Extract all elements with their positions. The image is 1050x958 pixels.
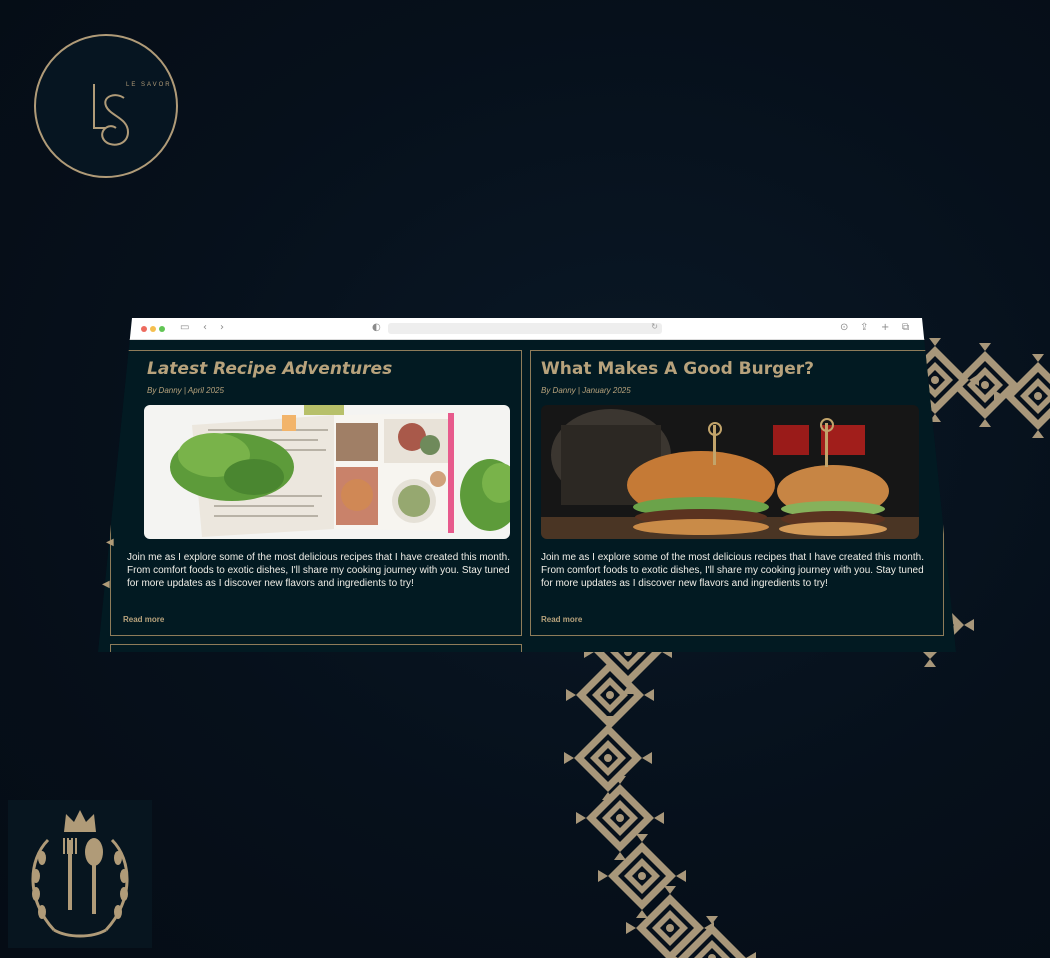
maximize-window-icon[interactable]: [159, 326, 165, 332]
address-bar[interactable]: ↻: [388, 322, 662, 334]
post-image-cookbook[interactable]: [144, 405, 510, 539]
forward-icon[interactable]: ›: [220, 322, 224, 334]
post-title[interactable]: Latest Recipe Adventures: [147, 359, 392, 379]
browser-toolbar: ▭ ‹ › ◐ ↻ ⊙ ⇪ + ⧉: [98, 318, 956, 340]
cutlery-crest-icon: [31, 810, 129, 938]
minimize-window-icon[interactable]: [150, 326, 156, 332]
blog-card: Latest Recipe Adventures By Danny | Apri…: [110, 350, 522, 636]
share-icon[interactable]: ⇪: [860, 322, 868, 334]
post-meta: By Danny | January 2025: [541, 386, 631, 395]
brand-logo: LE SAVOR: [34, 34, 178, 178]
download-icon[interactable]: ⊙: [840, 322, 848, 334]
browser-mockup: ▭ ‹ › ◐ ↻ ⊙ ⇪ + ⧉ Latest Recipe Adventur…: [98, 318, 956, 652]
browser-window: ▭ ‹ › ◐ ↻ ⊙ ⇪ + ⧉ Latest Recipe Adventur…: [98, 318, 956, 652]
post-excerpt: Join me as I explore some of the most de…: [127, 552, 510, 589]
back-icon[interactable]: ‹: [203, 322, 207, 334]
new-tab-icon[interactable]: +: [881, 322, 889, 334]
read-more-link[interactable]: Read more: [123, 615, 164, 624]
logo-wordmark: LE SAVOR: [126, 82, 172, 88]
sidebar-icon[interactable]: ▭: [180, 322, 189, 334]
post-image-burgers[interactable]: [541, 405, 919, 539]
post-title[interactable]: What Makes A Good Burger?: [541, 359, 814, 379]
monogram-icon: [93, 84, 130, 146]
privacy-icon: ◐: [372, 322, 381, 333]
post-meta: By Danny | April 2025: [147, 386, 224, 395]
reload-icon[interactable]: ↻: [651, 322, 658, 331]
post-excerpt: Join me as I explore some of the most de…: [541, 552, 924, 589]
tabs-icon[interactable]: ⧉: [902, 322, 909, 334]
blog-card: What Makes A Good Burger? By Danny | Jan…: [530, 350, 944, 636]
crest-emblem: [8, 800, 152, 948]
read-more-link[interactable]: Read more: [541, 615, 582, 624]
close-window-icon[interactable]: [141, 326, 147, 332]
carousel-prev-icon[interactable]: ◀: [102, 580, 110, 590]
carousel-prev-icon[interactable]: ◀: [106, 538, 114, 548]
